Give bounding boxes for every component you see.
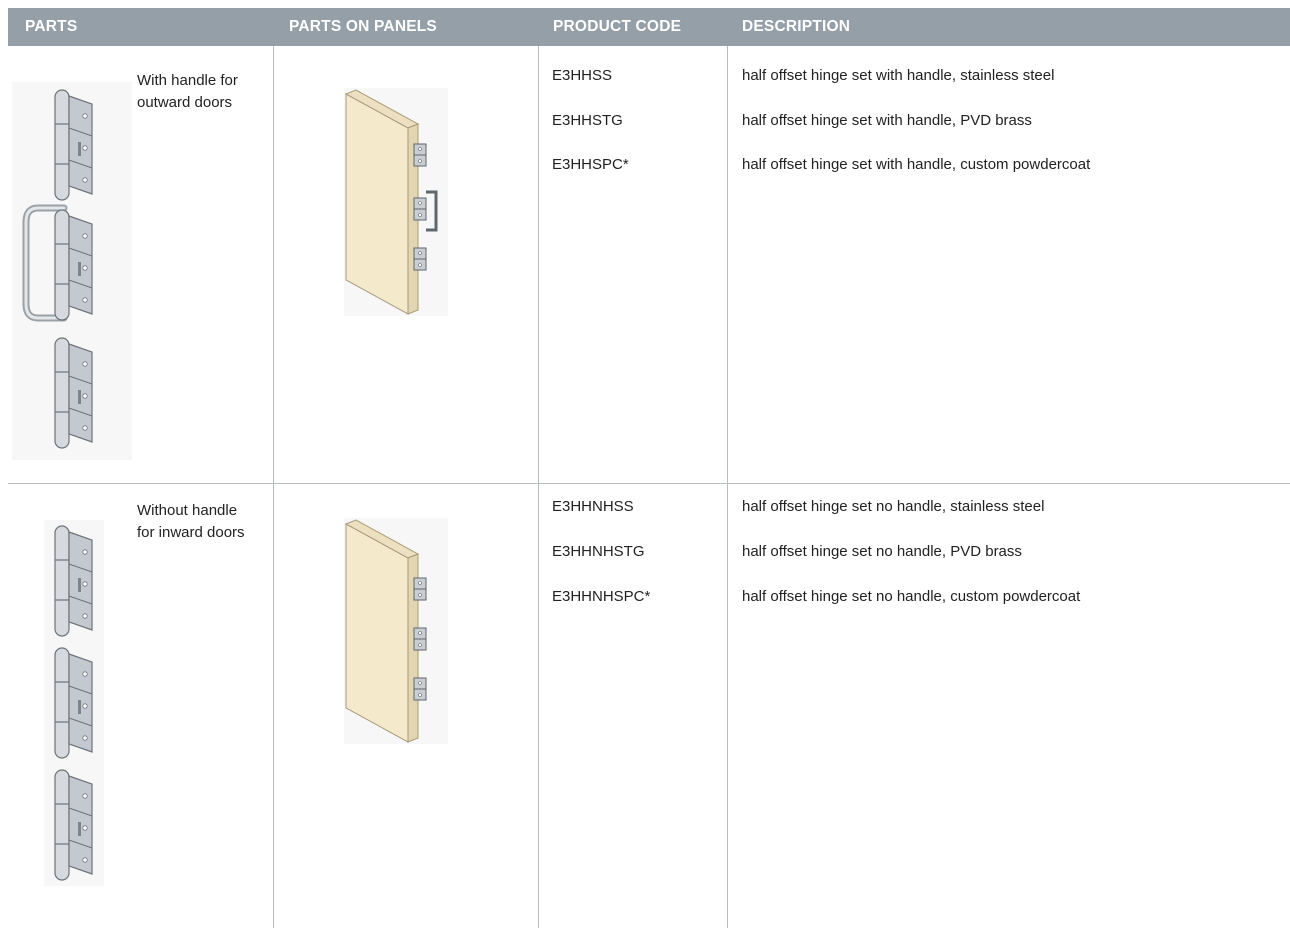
product-description: half offset hinge set with handle, stain… bbox=[742, 67, 1055, 84]
product-description: half offset hinge set no handle, PVD bra… bbox=[742, 543, 1022, 560]
hinge-set-with-handle-image bbox=[12, 82, 132, 460]
product-code: E3HHSPC* bbox=[552, 156, 629, 173]
product-code: E3HHNHSPC* bbox=[552, 588, 651, 605]
header-parts: PARTS bbox=[25, 18, 78, 35]
column-divider bbox=[538, 46, 539, 928]
product-code: E3HHNHSTG bbox=[552, 543, 645, 560]
product-description: half offset hinge set no handle, stainle… bbox=[742, 498, 1045, 515]
header-description: DESCRIPTION bbox=[742, 18, 851, 35]
header-parts-on-panels: PARTS ON PANELS bbox=[289, 18, 437, 35]
column-divider bbox=[727, 46, 728, 928]
column-divider bbox=[273, 46, 274, 928]
product-description: half offset hinge set with handle, custo… bbox=[742, 156, 1091, 173]
part-label: With handle for outward doors bbox=[137, 72, 238, 111]
door-panel-no-handle-image bbox=[344, 518, 448, 744]
product-description: half offset hinge set with handle, PVD b… bbox=[742, 112, 1032, 129]
row-divider bbox=[8, 483, 1290, 484]
product-code: E3HHSTG bbox=[552, 112, 623, 129]
product-description: half offset hinge set no handle, custom … bbox=[742, 588, 1081, 605]
product-table: PARTS PARTS ON PANELS PRODUCT CODE DESCR… bbox=[8, 8, 1290, 928]
product-code: E3HHNHSS bbox=[552, 498, 634, 515]
part-label: Without handle for inward doors bbox=[137, 502, 245, 541]
door-panel-with-handle-image bbox=[344, 88, 448, 316]
table-header: PARTS PARTS ON PANELS PRODUCT CODE DESCR… bbox=[8, 8, 1290, 46]
hinge-set-no-handle-image bbox=[44, 520, 104, 886]
product-code: E3HHSS bbox=[552, 67, 613, 84]
header-product-code: PRODUCT CODE bbox=[553, 18, 682, 35]
